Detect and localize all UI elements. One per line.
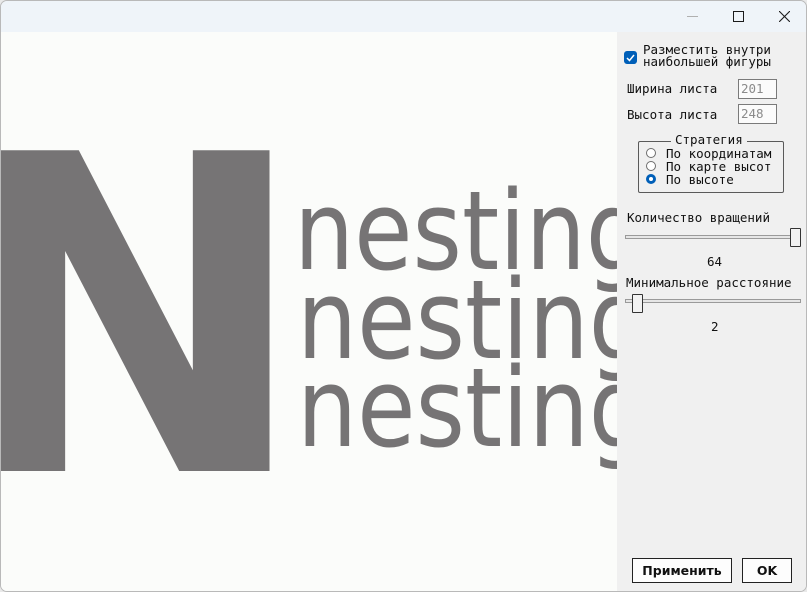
sheet-width-field[interactable]: 201 xyxy=(738,79,777,99)
close-button[interactable] xyxy=(761,1,806,32)
place-inside-label-2: наибольшей фигуры xyxy=(643,54,771,69)
sheet-width-label: Ширина листа xyxy=(627,81,718,96)
minimize-icon xyxy=(686,16,698,17)
strategy-radio-height[interactable] xyxy=(646,174,656,184)
nesting-canvas: N nesting nesting nesting xyxy=(1,32,617,591)
maximize-button[interactable] xyxy=(715,1,761,32)
nesting-window: N nesting nesting nesting Разместить вну… xyxy=(0,0,807,592)
min-distance-slider-thumb[interactable] xyxy=(632,294,643,313)
checkmark-icon xyxy=(626,54,635,62)
strategy-radio-heightmap[interactable] xyxy=(646,161,656,171)
ok-button[interactable]: OK xyxy=(742,558,792,583)
sheet-height-field[interactable]: 248 xyxy=(738,104,777,124)
title-bar xyxy=(1,1,806,32)
close-icon xyxy=(778,11,790,22)
big-letter-n: N xyxy=(1,63,309,575)
settings-panel: Разместить внутри наибольшей фигуры Шири… xyxy=(617,32,806,591)
strategy-group-title: Стратегия xyxy=(671,133,747,147)
maximize-icon xyxy=(732,11,744,22)
strategy-option-height: По высоте xyxy=(666,172,734,187)
min-distance-slider-track[interactable] xyxy=(625,299,801,303)
rotations-value: 64 xyxy=(707,254,723,269)
rotations-label: Количество вращений xyxy=(627,210,770,225)
apply-button[interactable]: Применить xyxy=(632,558,732,583)
nesting-word-3: nesting xyxy=(297,344,617,472)
strategy-radio-coordinates[interactable] xyxy=(646,148,656,158)
rotations-slider-thumb[interactable] xyxy=(790,228,801,247)
place-inside-checkbox[interactable] xyxy=(624,51,637,64)
rotations-slider-track[interactable] xyxy=(625,235,801,239)
sheet-height-label: Высота листа xyxy=(627,107,718,122)
min-distance-label: Минимальное расстояние xyxy=(626,275,792,290)
min-distance-value: 2 xyxy=(711,319,719,334)
minimize-button[interactable] xyxy=(669,1,715,32)
nesting-preview: N nesting nesting nesting xyxy=(1,63,617,575)
